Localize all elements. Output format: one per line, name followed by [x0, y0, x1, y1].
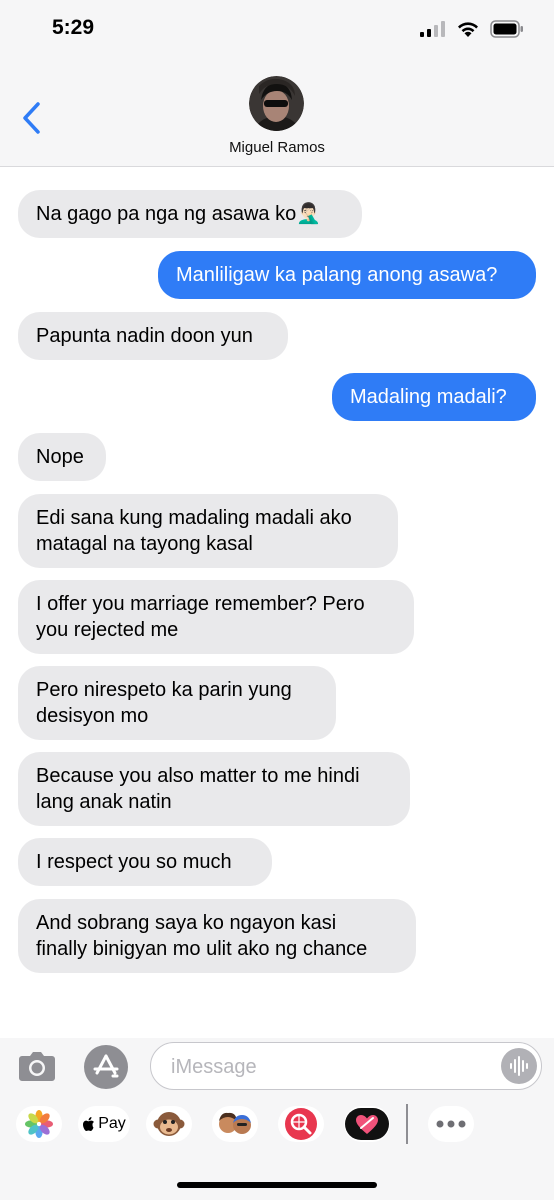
message-text: I respect you so much: [36, 851, 232, 873]
message-text: Na gago pa nga ng asawa ko🤦🏻‍♂️: [36, 203, 322, 225]
photos-app-button[interactable]: [16, 1106, 62, 1142]
message-line: Pero nirespeto ka parin yung: [36, 679, 292, 701]
message-line: you rejected me: [36, 619, 179, 641]
web-search-icon: [285, 1108, 317, 1140]
message-input-field[interactable]: [150, 1042, 542, 1090]
message-line: desisyon mo: [36, 705, 149, 727]
message-line: matagal na tayong kasal: [36, 533, 253, 555]
message-line: finally binigyan mo ulit ako ng chance: [36, 938, 368, 960]
battery-icon: [490, 20, 523, 38]
memoji-stickers-button[interactable]: [212, 1106, 258, 1142]
digital-touch-button[interactable]: [344, 1106, 390, 1142]
cellular-signal-icon: [420, 21, 445, 37]
more-apps-button[interactable]: [428, 1106, 474, 1142]
message-line: Edi sana kung madaling madali ako: [36, 507, 352, 529]
photos-icon: [25, 1110, 53, 1138]
status-time: 5:29: [52, 16, 95, 39]
apple-pay-button[interactable]: Pay: [78, 1106, 130, 1142]
message-line: I offer you marriage remember? Pero: [36, 593, 365, 615]
back-chevron-icon[interactable]: [18, 100, 48, 136]
apple-logo-icon: [83, 1117, 95, 1131]
status-icons: [420, 20, 524, 38]
message-text: Madaling madali?: [350, 386, 507, 408]
message-incoming[interactable]: Edi sana kung madaling madali ako mataga…: [18, 494, 398, 568]
message-incoming[interactable]: I respect you so much: [18, 838, 272, 886]
apple-pay-label: Pay: [98, 1115, 126, 1132]
message-incoming[interactable]: Because you also matter to me hindi lang…: [18, 752, 410, 826]
conversation-header: 5:29 Miguel Ramos: [0, 0, 554, 167]
animoji-button[interactable]: [146, 1106, 192, 1142]
digital-touch-icon: [345, 1108, 389, 1140]
message-incoming[interactable]: I offer you marriage remember? Pero you …: [18, 580, 414, 654]
message-incoming[interactable]: Papunta nadin doon yun: [18, 312, 288, 360]
home-indicator[interactable]: [177, 1182, 377, 1188]
message-input[interactable]: [169, 1051, 493, 1083]
message-incoming[interactable]: And sobrang saya ko ngayon kasi finally …: [18, 899, 416, 973]
contact-name[interactable]: Miguel Ramos: [0, 139, 554, 156]
message-text: Manliligaw ka palang anong asawa?: [176, 264, 498, 286]
web-search-button[interactable]: [278, 1106, 324, 1142]
message-text: Papunta nadin doon yun: [36, 325, 253, 347]
message-line: lang anak natin: [36, 791, 172, 813]
message-line: And sobrang saya ko ngayon kasi: [36, 912, 337, 934]
more-icon: [436, 1120, 466, 1128]
message-outgoing[interactable]: Madaling madali?: [332, 373, 536, 421]
app-store-button[interactable]: [84, 1045, 128, 1089]
app-drawer-divider: [406, 1104, 408, 1144]
monkey-memoji-icon: [153, 1112, 185, 1136]
wifi-icon: [458, 22, 478, 37]
waveform-icon: [510, 1056, 528, 1076]
camera-icon[interactable]: [18, 1048, 56, 1082]
app-store-icon: [93, 1054, 119, 1078]
message-incoming[interactable]: Na gago pa nga ng asawa ko🤦🏻‍♂️: [18, 190, 362, 238]
avatar[interactable]: [249, 76, 304, 131]
message-incoming[interactable]: Nope: [18, 433, 106, 481]
voice-message-button[interactable]: [501, 1048, 537, 1084]
message-line: Because you also matter to me hindi: [36, 765, 360, 787]
message-incoming[interactable]: Pero nirespeto ka parin yung desisyon mo: [18, 666, 336, 740]
message-text: Nope: [36, 446, 84, 468]
memoji-stickers-icon: [219, 1112, 251, 1134]
message-outgoing[interactable]: Manliligaw ka palang anong asawa?: [158, 251, 536, 299]
messages-screen: 5:29 Miguel Ramos Na gago pa nga ng asaw…: [0, 0, 554, 1200]
